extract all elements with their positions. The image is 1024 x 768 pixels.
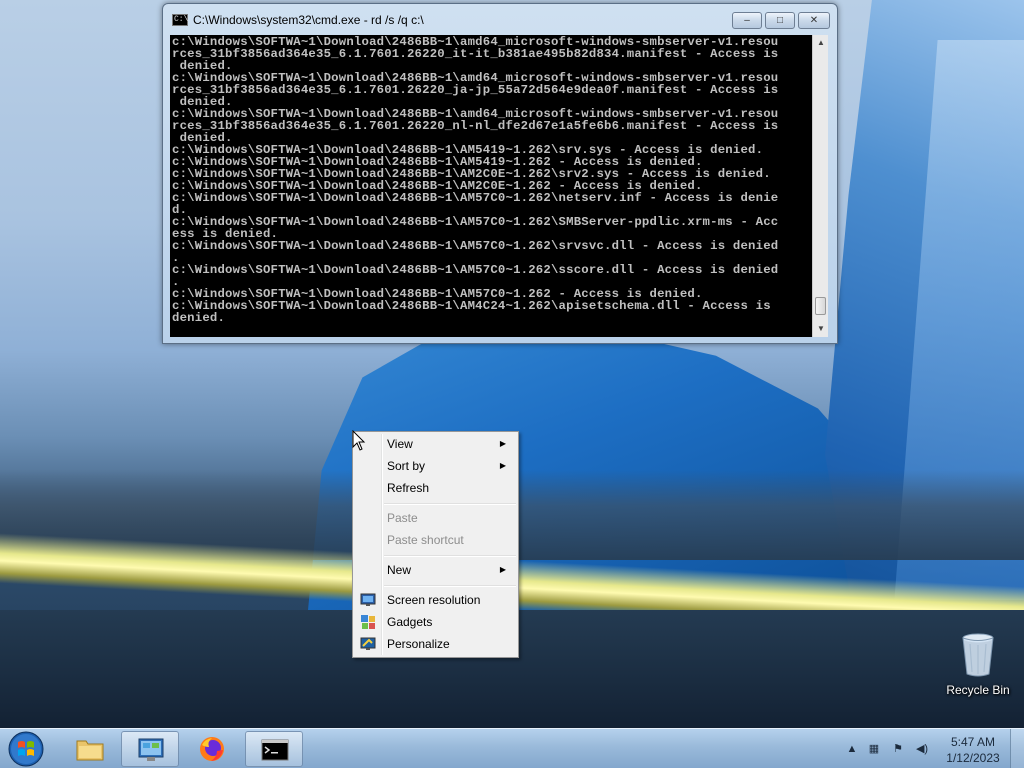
menu-item-label: Gadgets (387, 615, 433, 629)
cmd-console-area[interactable]: c:\Windows\SOFTWA~1\Download\2486BB~1\am… (170, 35, 828, 337)
console-line: ess is denied. (172, 228, 279, 240)
menu-item-gadgets[interactable]: Gadgets (355, 611, 516, 633)
console-line: c:\Windows\SOFTWA~1\Download\2486BB~1\AM… (172, 156, 703, 168)
menu-item-new[interactable]: New ▶ (355, 559, 516, 581)
console-line: c:\Windows\SOFTWA~1\Download\2486BB~1\AM… (172, 300, 771, 312)
taskbar: ▲ ▦ ⚑ ◀) 5:47 AM 1/12/2023 (0, 728, 1024, 768)
menu-item-paste-shortcut: Paste shortcut (355, 529, 516, 551)
menu-separator (384, 503, 516, 505)
menu-item-sort-by[interactable]: Sort by ▶ (355, 455, 516, 477)
clock-time: 5:47 AM (950, 735, 996, 749)
cmd-title-icon[interactable]: C:\ (172, 14, 188, 26)
cmd-output: c:\Windows\SOFTWA~1\Download\2486BB~1\am… (172, 36, 812, 324)
close-button[interactable]: ✕ (798, 12, 830, 29)
minimize-button[interactable]: – (732, 12, 762, 29)
recycle-bin-shortcut[interactable]: Recycle Bin (940, 630, 1016, 700)
console-line: . (172, 252, 180, 264)
console-line: c:\Windows\SOFTWA~1\Download\2486BB~1\AM… (172, 216, 779, 228)
taskbar-explorer-button[interactable] (61, 731, 119, 767)
menu-item-refresh[interactable]: Refresh (355, 477, 516, 499)
show-hidden-icons-icon[interactable]: ▲ (844, 741, 860, 757)
taskbar-cmd-button[interactable] (245, 731, 303, 767)
taskbar-firefox-button[interactable] (183, 731, 241, 767)
console-line: c:\Windows\SOFTWA~1\Download\2486BB~1\am… (172, 108, 779, 120)
console-line: c:\Windows\SOFTWA~1\Download\2486BB~1\am… (172, 72, 779, 84)
console-line: rces_31bf3856ad364e35_6.1.7601.26220_ja-… (172, 84, 779, 96)
menu-separator (384, 555, 516, 557)
cmd-window[interactable]: C:\ C:\Windows\system32\cmd.exe - rd /s … (162, 3, 838, 344)
maximize-button[interactable]: □ (765, 12, 795, 29)
cmd-titlebar[interactable]: C:\ C:\Windows\system32\cmd.exe - rd /s … (163, 4, 837, 34)
console-line: rces_31bf3856ad364e35_6.1.7601.26220_it-… (172, 48, 779, 60)
monitor-icon (360, 593, 376, 606)
console-line: denied. (172, 132, 233, 144)
start-button[interactable] (6, 730, 46, 768)
control-panel-icon (138, 738, 164, 761)
console-line: c:\Windows\SOFTWA~1\Download\2486BB~1\AM… (172, 144, 764, 156)
menu-item-label: Paste (387, 511, 418, 525)
console-line: denied. (172, 60, 233, 72)
show-desktop-button[interactable] (1010, 729, 1024, 768)
menu-item-paste: Paste (355, 507, 516, 529)
scroll-thumb[interactable] (815, 297, 826, 315)
console-line: . (172, 276, 180, 288)
console-line: c:\Windows\SOFTWA~1\Download\2486BB~1\AM… (172, 192, 779, 204)
taskbar-control-panel-button[interactable] (121, 731, 179, 767)
recycle-bin-icon (962, 633, 994, 677)
menu-item-label: Paste shortcut (387, 533, 464, 547)
firefox-icon (200, 737, 224, 761)
scroll-up-arrow-icon[interactable]: ▲ (813, 35, 828, 51)
menu-item-screen-resolution[interactable]: Screen resolution (355, 589, 516, 611)
console-line: c:\Windows\SOFTWA~1\Download\2486BB~1\AM… (172, 264, 779, 276)
recycle-bin-label: Recycle Bin (946, 683, 1010, 697)
mouse-cursor-icon (352, 430, 366, 451)
menu-separator (384, 585, 516, 587)
volume-icon[interactable]: ◀) (914, 741, 930, 757)
console-line: c:\Windows\SOFTWA~1\Download\2486BB~1\AM… (172, 288, 703, 300)
console-line: denied. (172, 312, 226, 324)
menu-item-view[interactable]: View ▶ (355, 433, 516, 455)
menu-item-label: Sort by (387, 459, 426, 473)
console-line: c:\Windows\SOFTWA~1\Download\2486BB~1\AM… (172, 240, 779, 252)
cmd-icon (261, 739, 289, 761)
personalize-icon (360, 637, 376, 650)
console-line: d. (172, 204, 188, 216)
menu-item-label: Refresh (387, 481, 430, 495)
menu-item-label: New (387, 563, 412, 577)
console-line: rces_31bf3856ad364e35_6.1.7601.26220_nl-… (172, 120, 779, 132)
console-line: c:\Windows\SOFTWA~1\Download\2486BB~1\am… (172, 36, 779, 48)
system-tray: ▲ ▦ ⚑ ◀) 5:47 AM 1/12/2023 (842, 729, 1024, 768)
menu-item-label: View (387, 437, 413, 451)
action-center-flag-icon[interactable]: ⚑ (890, 741, 906, 757)
desktop-context-menu: View ▶ Sort by ▶ Refresh Paste Paste sho… (352, 431, 519, 658)
cmd-window-title: C:\Windows\system32\cmd.exe - rd /s /q c… (193, 13, 424, 27)
console-line: denied. (172, 96, 233, 108)
console-line: c:\Windows\SOFTWA~1\Download\2486BB~1\AM… (172, 168, 771, 180)
scroll-down-arrow-icon[interactable]: ▼ (813, 321, 828, 337)
submenu-arrow-icon: ▶ (499, 461, 506, 470)
submenu-arrow-icon: ▶ (499, 565, 506, 574)
menu-item-personalize[interactable]: Personalize (355, 633, 516, 655)
menu-item-label: Screen resolution (387, 593, 481, 607)
gadgets-icon (361, 615, 375, 629)
network-icon[interactable]: ▦ (866, 741, 882, 757)
cmd-scrollbar[interactable]: ▲ ▼ (812, 35, 828, 337)
folder-icon (76, 740, 104, 761)
clock-date: 1/12/2023 (946, 751, 1000, 765)
clock[interactable]: 5:47 AM 1/12/2023 (938, 734, 1008, 766)
submenu-arrow-icon: ▶ (499, 439, 506, 448)
console-line: c:\Windows\SOFTWA~1\Download\2486BB~1\AM… (172, 180, 703, 192)
menu-item-label: Personalize (387, 637, 450, 651)
